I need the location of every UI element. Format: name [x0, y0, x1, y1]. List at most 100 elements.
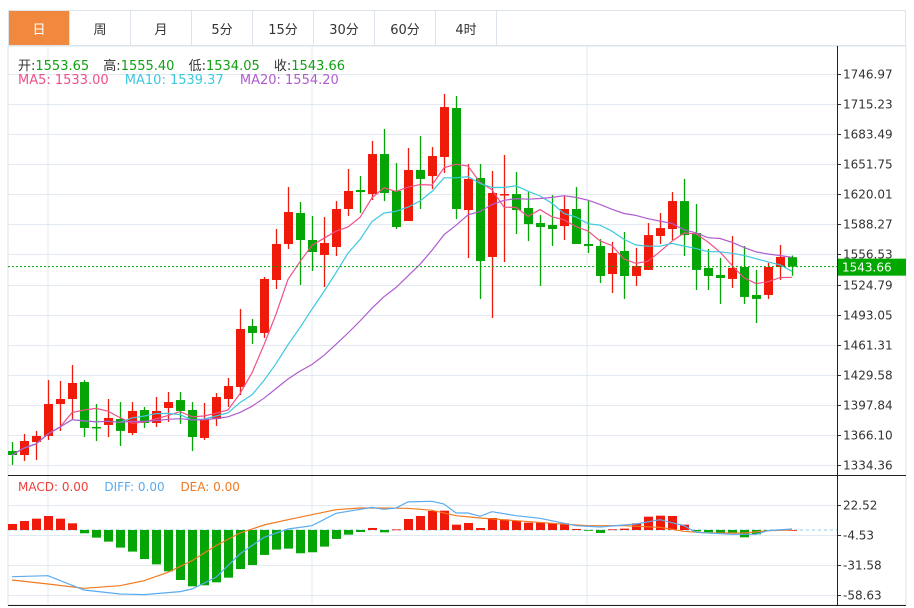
candle-body — [620, 250, 629, 277]
candle — [584, 201, 593, 253]
ma10-value: MA10: 1539.37 — [124, 73, 224, 88]
candle-body — [428, 156, 437, 177]
macd-bar — [476, 527, 485, 530]
macd-bar — [68, 523, 77, 530]
macd-bar — [176, 529, 185, 580]
ma-info: MA5: 1533.00 MA10: 1539.37 MA20: 1554.20 — [18, 73, 339, 88]
macd-bar — [512, 520, 521, 530]
candle — [680, 178, 689, 257]
macd-bar — [416, 516, 425, 530]
candle — [656, 212, 665, 244]
candle-body — [644, 235, 653, 270]
price-tick-label: 1588.27 — [843, 218, 893, 232]
candle — [344, 169, 353, 217]
price-tick-label: 1493.05 — [843, 309, 893, 323]
close-label: 收: — [273, 59, 292, 74]
candle — [320, 217, 329, 287]
candlestick-chart[interactable]: 1746.97 1715.23 1683.49 1651.75 1620.01 1588.… — [0, 0, 914, 608]
candle-body — [272, 243, 281, 280]
candle-body — [68, 382, 77, 400]
price-tick-label: 1683.49 — [843, 128, 893, 142]
candle-body — [236, 328, 245, 387]
candle-body — [404, 169, 413, 222]
macd-bar — [344, 529, 353, 535]
price-tick-label: 1397.84 — [843, 399, 893, 413]
candle — [788, 255, 797, 276]
macd-bar — [308, 529, 317, 553]
macd-tick-label: -58.63 — [843, 589, 882, 603]
price-tick-label: 1461.31 — [843, 339, 893, 353]
macd-info: MACD: 0.00 DIFF: 0.00 DEA: 0.00 — [18, 480, 240, 494]
candle — [704, 248, 713, 291]
macd-bar — [596, 529, 605, 533]
macd-bar — [620, 528, 629, 530]
candle — [428, 147, 437, 190]
candle-body — [284, 212, 293, 244]
candle-body — [716, 274, 725, 278]
candle-body — [344, 191, 353, 210]
candle — [248, 319, 257, 344]
macd-bar — [404, 518, 413, 530]
candle — [104, 399, 113, 438]
macd-bar — [536, 522, 545, 530]
candle — [560, 196, 569, 240]
macd-bar — [104, 529, 113, 542]
macd-bar — [20, 520, 29, 530]
candle-body — [596, 245, 605, 277]
candle — [692, 203, 701, 291]
candle-body — [320, 243, 329, 255]
candle-body — [332, 209, 341, 248]
candle-body — [476, 178, 485, 262]
candle-body — [380, 154, 389, 193]
candle — [44, 380, 53, 440]
macd-bar — [284, 529, 293, 549]
candle — [152, 397, 161, 427]
low-value: 1534.05 — [205, 59, 260, 74]
candle — [200, 402, 209, 440]
macd-bar — [56, 518, 65, 530]
open-value: 1553.65 — [35, 59, 90, 74]
candle-body — [656, 228, 665, 237]
candle — [272, 229, 281, 289]
candle-body — [500, 194, 509, 196]
macd-bar — [8, 523, 17, 530]
macd-bar — [488, 517, 497, 530]
macd-bar — [500, 519, 509, 530]
candle-body — [164, 402, 173, 409]
macd-bar — [584, 529, 593, 531]
candle — [236, 308, 245, 396]
candle-body — [176, 400, 185, 411]
candle — [500, 154, 509, 262]
candle — [332, 201, 341, 257]
diff-value: DIFF: 0.00 — [104, 480, 165, 494]
candle — [572, 187, 581, 244]
candle — [140, 406, 149, 429]
macd-bar — [428, 511, 437, 530]
candle-body — [356, 189, 365, 193]
candle — [212, 393, 221, 426]
macd-bar — [140, 529, 149, 560]
macd-tick-label: -31.58 — [843, 559, 882, 573]
candle-body — [416, 169, 425, 179]
candle-body — [368, 154, 377, 195]
candle-body — [752, 294, 761, 299]
ma5-value: MA5: 1533.00 — [18, 73, 109, 88]
candle-body — [308, 239, 317, 253]
ohlc-info: 开:1553.65 高:1555.40 低:1534.05 收:1543.66 — [18, 55, 355, 74]
candle — [68, 364, 77, 420]
candle-body — [92, 426, 101, 429]
last-price-label: 1543.66 — [842, 261, 892, 275]
macd-bar — [368, 527, 377, 530]
macd-bar — [464, 522, 473, 530]
candle — [404, 147, 413, 222]
candle-body — [296, 212, 305, 240]
candle-body — [248, 326, 257, 333]
price-tick-label: 1366.10 — [843, 429, 893, 443]
macd-bar — [116, 529, 125, 548]
candle — [596, 239, 605, 284]
candle — [620, 232, 629, 299]
macd-bar — [296, 529, 305, 554]
candle-body — [224, 386, 233, 400]
candle-body — [464, 178, 473, 211]
candle-body — [704, 267, 713, 277]
